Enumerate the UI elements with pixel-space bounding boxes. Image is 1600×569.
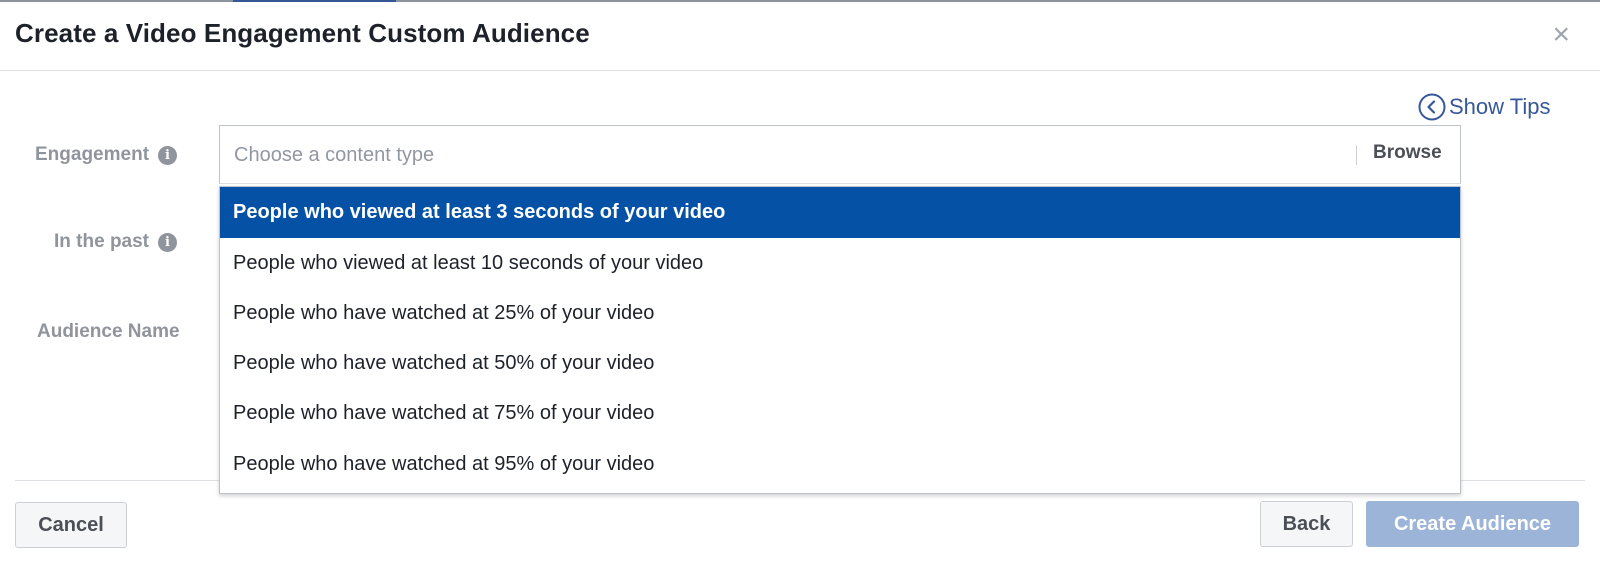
show-tips-label: Show Tips [1449,94,1551,119]
show-tips-link[interactable]: Show Tips [1418,92,1551,122]
chevron-left-circle-icon [1418,93,1446,121]
info-icon[interactable]: i [158,232,178,252]
dropdown-option[interactable]: People who have watched at 75% of your v… [220,388,1460,438]
input-divider [1356,145,1357,165]
engagement-label: Engagement i [35,144,178,166]
dropdown-option[interactable]: People who have watched at 95% of your v… [220,439,1460,489]
engagement-label-text: Engagement [35,144,150,165]
back-button[interactable]: Back [1260,501,1353,547]
dropdown-option[interactable]: People who have watched at 25% of your v… [220,288,1460,338]
dialog-title: Create a Video Engagement Custom Audienc… [15,18,590,48]
content-type-dropdown: People who viewed at least 3 seconds of … [219,186,1461,494]
info-icon[interactable]: i [158,145,178,165]
dropdown-option[interactable]: People who viewed at least 10 seconds of… [220,238,1460,288]
content-type-placeholder: Choose a content type [234,144,435,166]
cancel-button[interactable]: Cancel [15,502,127,548]
in-the-past-label: In the past i [54,231,178,253]
dropdown-option[interactable]: People who have watched at 50% of your v… [220,338,1460,388]
audience-name-label: Audience Name [37,321,180,343]
create-audience-button[interactable]: Create Audience [1366,501,1579,547]
in-the-past-label-text: In the past [54,231,150,252]
audience-name-label-text: Audience Name [37,321,180,342]
dropdown-option[interactable]: People who viewed at least 3 seconds of … [220,187,1460,238]
content-type-input[interactable]: Choose a content type Browse [219,125,1461,184]
dialog-header: Create a Video Engagement Custom Audienc… [0,2,1600,71]
browse-button[interactable]: Browse [1373,142,1442,164]
close-icon[interactable]: × [1552,20,1570,50]
